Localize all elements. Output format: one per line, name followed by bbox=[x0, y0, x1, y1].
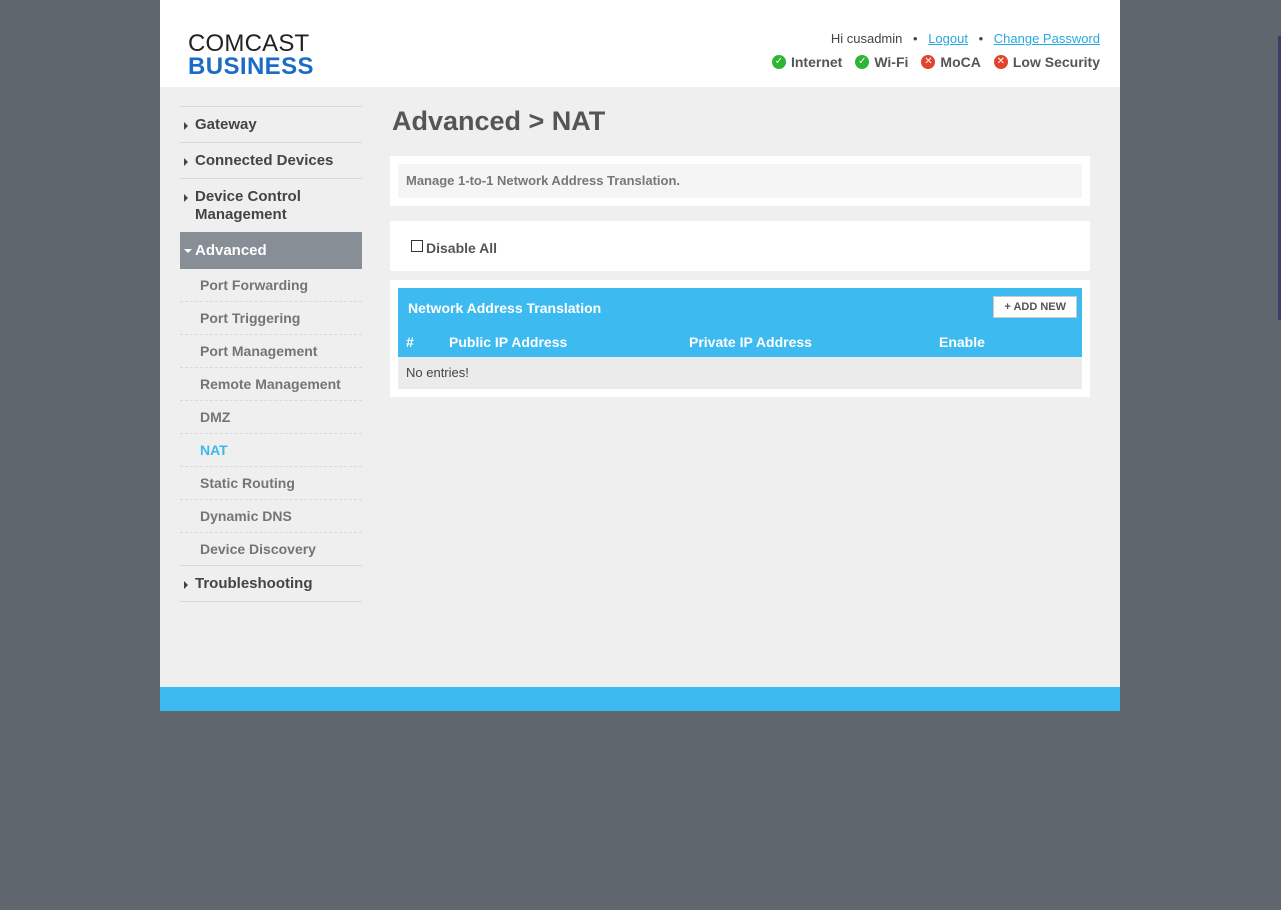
disable-all-label[interactable]: Disable All bbox=[426, 240, 497, 256]
nav-device-control-management[interactable]: Device Control Management bbox=[180, 178, 362, 233]
column-header-private-ip: Private IP Address bbox=[689, 334, 812, 350]
status-bar: ✓ Internet ✓ Wi-Fi ✕ MoCA ✕ Low Security bbox=[771, 54, 1100, 70]
nav-label: Connected Devices bbox=[195, 152, 334, 169]
page-title: Advanced > NAT bbox=[392, 106, 606, 136]
nav-sub-nat[interactable]: NAT bbox=[180, 434, 362, 467]
table-empty-row: No entries! bbox=[398, 357, 1082, 389]
nav-label: Gateway bbox=[195, 116, 257, 133]
separator-dot: • bbox=[978, 31, 984, 46]
nav-sub-dynamic-dns[interactable]: Dynamic DNS bbox=[180, 500, 362, 533]
logout-link[interactable]: Logout bbox=[928, 31, 968, 46]
caret-right-icon bbox=[184, 158, 188, 166]
nav-sub-remote-management[interactable]: Remote Management bbox=[180, 368, 362, 401]
nav-sub-port-forwarding[interactable]: Port Forwarding bbox=[180, 269, 362, 302]
separator-dot: • bbox=[913, 31, 918, 46]
disable-all-checkbox[interactable] bbox=[411, 240, 423, 252]
nav-troubleshooting[interactable]: Troubleshooting bbox=[180, 565, 362, 602]
caret-right-icon bbox=[184, 581, 188, 589]
nav-label: Advanced bbox=[195, 242, 267, 259]
change-password-link[interactable]: Change Password bbox=[994, 31, 1100, 46]
page-description: Manage 1-to-1 Network Address Translatio… bbox=[398, 164, 1082, 198]
status-label: Wi-Fi bbox=[874, 54, 909, 70]
nat-table-panel: Network Address Translation + ADD NEW # … bbox=[390, 280, 1090, 397]
status-security: ✕ Low Security bbox=[993, 54, 1100, 70]
check-circle-icon: ✓ bbox=[855, 55, 870, 69]
table-title: Network Address Translation bbox=[408, 300, 602, 316]
nav-sub-static-routing[interactable]: Static Routing bbox=[180, 467, 362, 500]
status-label: MoCA bbox=[940, 54, 981, 70]
logo-line-2: BUSINESS bbox=[188, 53, 314, 80]
sidebar: Gateway Connected Devices Device Control… bbox=[180, 106, 362, 602]
status-wifi: ✓ Wi-Fi bbox=[855, 54, 908, 70]
user-greeting: Hi cusadmin bbox=[830, 31, 903, 46]
user-bar: Hi cusadmin • Logout • Change Password bbox=[831, 31, 1100, 46]
page-container: COMCAST BUSINESS Hi cusadmin • Logout • … bbox=[160, 0, 1120, 711]
column-header-public-ip: Public IP Address bbox=[449, 334, 568, 350]
caret-down-icon bbox=[184, 249, 192, 253]
logo-line-1: COMCAST bbox=[188, 30, 310, 57]
nav-label: Device Control Management bbox=[195, 188, 301, 223]
footer-bar bbox=[160, 687, 1120, 711]
status-moca: ✕ MoCA bbox=[921, 54, 981, 70]
status-label: Internet bbox=[790, 54, 843, 70]
nav-sub-dmz[interactable]: DMZ bbox=[180, 401, 362, 434]
nav-sub-port-triggering[interactable]: Port Triggering bbox=[180, 302, 362, 335]
disable-all-panel: Disable All bbox=[390, 221, 1090, 271]
status-internet: ✓ Internet bbox=[771, 54, 843, 70]
add-new-button[interactable]: + ADD NEW bbox=[993, 296, 1077, 318]
caret-right-icon bbox=[184, 194, 188, 202]
nav-advanced[interactable]: Advanced bbox=[180, 232, 362, 269]
caret-right-icon bbox=[184, 122, 188, 130]
x-circle-icon: ✕ bbox=[921, 55, 936, 69]
column-header-number: # bbox=[406, 334, 414, 350]
header: COMCAST BUSINESS Hi cusadmin • Logout • … bbox=[160, 0, 1120, 87]
check-circle-icon: ✓ bbox=[771, 55, 786, 69]
comcast-business-logo: COMCAST BUSINESS bbox=[188, 30, 314, 80]
nat-table-header: Network Address Translation + ADD NEW # … bbox=[398, 288, 1082, 357]
nav-gateway[interactable]: Gateway bbox=[180, 106, 362, 143]
nav-sub-device-discovery[interactable]: Device Discovery bbox=[180, 533, 362, 566]
column-header-enable: Enable bbox=[939, 334, 985, 350]
nav-label: Troubleshooting bbox=[195, 575, 313, 592]
nav-sub-port-management[interactable]: Port Management bbox=[180, 335, 362, 368]
nav-connected-devices[interactable]: Connected Devices bbox=[180, 142, 362, 179]
status-label: Low Security bbox=[1012, 54, 1100, 70]
description-panel: Manage 1-to-1 Network Address Translatio… bbox=[390, 156, 1090, 206]
x-circle-icon: ✕ bbox=[993, 55, 1008, 69]
